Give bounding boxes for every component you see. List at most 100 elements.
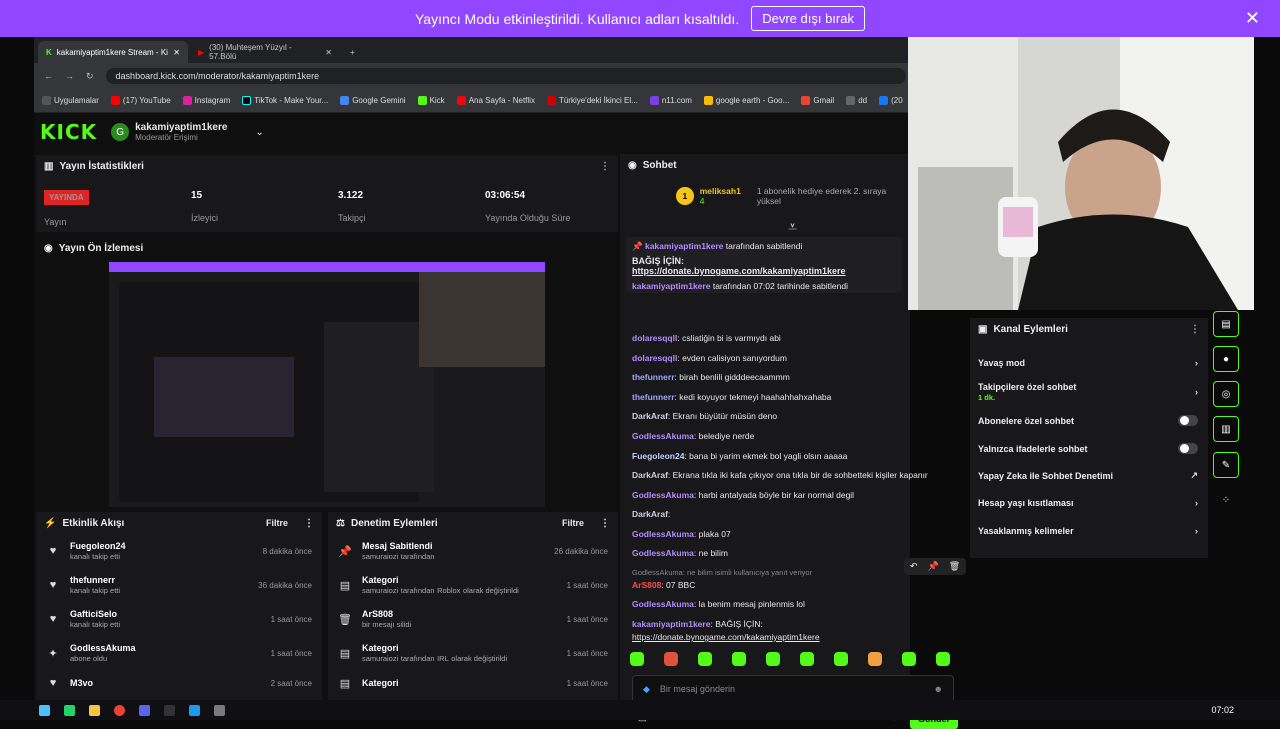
chat-username[interactable]: GodlessAkuma: [632, 529, 694, 539]
back-icon[interactable]: ←: [44, 71, 53, 81]
panel-title: Denetim Eylemleri: [350, 517, 438, 529]
pin-link[interactable]: https://donate.bynogame.com/kakamiyaptim…: [632, 266, 846, 276]
stream-preview-video[interactable]: [109, 262, 545, 507]
channel-switcher[interactable]: G kakamiyaptim1kere Moderatör Erişimi ⌄: [111, 122, 264, 142]
file-explorer-icon[interactable]: [89, 704, 100, 716]
emote-icon[interactable]: [936, 652, 950, 666]
emote-icon[interactable]: [902, 652, 916, 666]
app-icon[interactable]: [189, 704, 200, 716]
new-tab-button[interactable]: +: [342, 41, 362, 63]
close-tab-icon[interactable]: ✕: [173, 48, 180, 57]
subscribers-only-toggle[interactable]: [1178, 415, 1198, 426]
bookmark-item[interactable]: (20: [879, 96, 903, 105]
reload-icon[interactable]: ↻: [86, 71, 94, 82]
action-slow-mode[interactable]: Yavaş mod ›: [978, 358, 1198, 368]
chrome-icon[interactable]: [114, 704, 125, 716]
action-followers-only[interactable]: Takipçilere özel sohbet 1 dk. ›: [978, 382, 1198, 402]
chat-username[interactable]: thefunnerr: [632, 372, 675, 382]
close-icon[interactable]: ✕: [1245, 8, 1260, 29]
chat-bubble-icon[interactable]: ●: [1213, 346, 1239, 372]
url-input[interactable]: dashboard.kick.com/moderator/kakamiyapti…: [105, 68, 906, 84]
obs-icon[interactable]: [164, 704, 175, 716]
action-account-age[interactable]: Hesap yaşı kısıtlaması ›: [978, 498, 1198, 508]
app-icon[interactable]: [214, 704, 225, 716]
action-ai-moderation[interactable]: Yapay Zeka ile Sohbet Denetimi ↗: [978, 470, 1198, 481]
bookmark-item[interactable]: google earth - Goo...: [703, 96, 789, 105]
bookmark-item[interactable]: Kick: [417, 96, 445, 105]
gift-count: 4: [699, 196, 705, 206]
chat-link[interactable]: https://donate.bynogame.com/kakamiyaptim…: [632, 632, 820, 642]
more-icon[interactable]: ⋮: [600, 518, 610, 529]
collapse-icon[interactable]: ⩡: [788, 219, 797, 237]
bookmark-item[interactable]: Instagram: [182, 96, 230, 105]
emote-icon[interactable]: [800, 652, 814, 666]
disable-streamer-mode-button[interactable]: Devre dışı bırak: [751, 6, 865, 31]
modlog-text: tarafından: [400, 654, 435, 663]
emote-icon[interactable]: [834, 652, 848, 666]
emote-icon[interactable]: [630, 652, 644, 666]
emote-icon[interactable]: [698, 652, 712, 666]
bookmarks-bar: Uygulamalar (17) YouTube Instagram TikTo…: [34, 89, 910, 113]
tab-kick-dashboard[interactable]: Kkakamiyaptim1kere Stream - Ki ✕: [38, 41, 188, 63]
chat-username[interactable]: dolaresqqll: [632, 353, 677, 363]
filter-button[interactable]: Filtre: [562, 518, 584, 528]
moderation-log-panel: ⚖ Denetim Eylemleri Filtre ⋮ 📌 Mesaj Sabitle…: [328, 512, 618, 700]
pin-icon[interactable]: 📌: [928, 561, 939, 572]
chat-username[interactable]: GodlessAkuma: [632, 431, 694, 441]
chat-text: ne bilim: [698, 548, 728, 558]
chat-input[interactable]: ◆ Bir mesaj gönderin ☻: [632, 675, 954, 703]
activity-time: 8 dakika önce: [262, 546, 312, 556]
heart-icon: ♥: [49, 677, 57, 689]
chat-message: GodlessAkuma: belediye nerde: [632, 431, 755, 441]
emote-only-toggle[interactable]: [1178, 443, 1198, 454]
webcam-feed: [908, 37, 1254, 310]
chat-message: thefunnerr: kedi koyuyor tekmeyi haahahh…: [632, 392, 832, 402]
more-icon[interactable]: ⋮: [1190, 324, 1200, 335]
tab-youtube[interactable]: ▶ (30) Muhteşem Yüzyıl - 57.Bölü ✕: [190, 41, 340, 63]
discord-icon[interactable]: [139, 704, 150, 716]
notes-icon[interactable]: ▤: [1213, 311, 1239, 337]
filter-button[interactable]: Filtre: [266, 518, 288, 528]
broadcast-icon[interactable]: ◎: [1213, 381, 1239, 407]
emote-icon[interactable]: [766, 652, 780, 666]
wrench-icon[interactable]: ✎: [1213, 452, 1239, 478]
chat-username[interactable]: DarkAraf: [632, 470, 668, 480]
bookmark-item[interactable]: Gmail: [801, 96, 834, 105]
chat-username[interactable]: GodlessAkuma: [632, 548, 694, 558]
close-tab-icon[interactable]: ✕: [325, 48, 332, 57]
whatsapp-icon[interactable]: [64, 704, 75, 716]
chat-username[interactable]: DarkAraf: [632, 411, 668, 421]
bookmark-item[interactable]: Uygulamalar: [42, 96, 99, 105]
reply-icon[interactable]: ↶: [910, 561, 918, 572]
chat-username[interactable]: DarkAraf: [632, 509, 668, 519]
kick-logo[interactable]: KICK: [40, 120, 97, 144]
more-icon[interactable]: ⋮: [600, 161, 610, 172]
emote-icon[interactable]: [664, 652, 678, 666]
chevron-down-icon[interactable]: ⌄: [255, 127, 263, 138]
chat-username[interactable]: GodlessAkuma: [632, 490, 694, 500]
trash-icon[interactable]: 🗑: [949, 561, 960, 572]
chat-username[interactable]: thefunnerr: [632, 392, 675, 402]
bookmark-item[interactable]: TikTok - Make Your...: [242, 96, 328, 105]
modlog-text: bir mesajı silidi: [362, 620, 412, 629]
windows-start-icon[interactable]: [39, 704, 50, 716]
gmail-icon: [801, 96, 811, 105]
panel-title: Yayın İstatistikleri: [59, 160, 144, 172]
category-icon: ▤: [339, 647, 351, 660]
bookmark-item[interactable]: n11.com: [649, 96, 692, 105]
bookmark-item[interactable]: (17) YouTube: [110, 96, 171, 105]
bookmark-item[interactable]: Türkiye'deki İkinci El...: [546, 96, 638, 105]
forward-icon[interactable]: →: [65, 71, 74, 81]
chat-username[interactable]: dolaresqqll: [632, 333, 677, 343]
bookmark-item[interactable]: Google Gemini: [340, 96, 406, 105]
layout-icon[interactable]: ▥: [1213, 416, 1239, 442]
action-banned-words[interactable]: Yasaklanmış kelimeler ›: [978, 526, 1198, 536]
emoji-icon[interactable]: ☻: [934, 684, 943, 694]
bookmark-item[interactable]: dd: [846, 96, 867, 105]
emote-icon[interactable]: [732, 652, 746, 666]
more-icon[interactable]: ⋮: [304, 518, 314, 529]
emote-icon[interactable]: [868, 652, 882, 666]
chat-username[interactable]: Fuegoleon24: [632, 451, 684, 461]
users-icon[interactable]: ⁘: [1213, 487, 1239, 513]
bookmark-item[interactable]: Ana Sayfa - Netflix: [456, 96, 535, 105]
